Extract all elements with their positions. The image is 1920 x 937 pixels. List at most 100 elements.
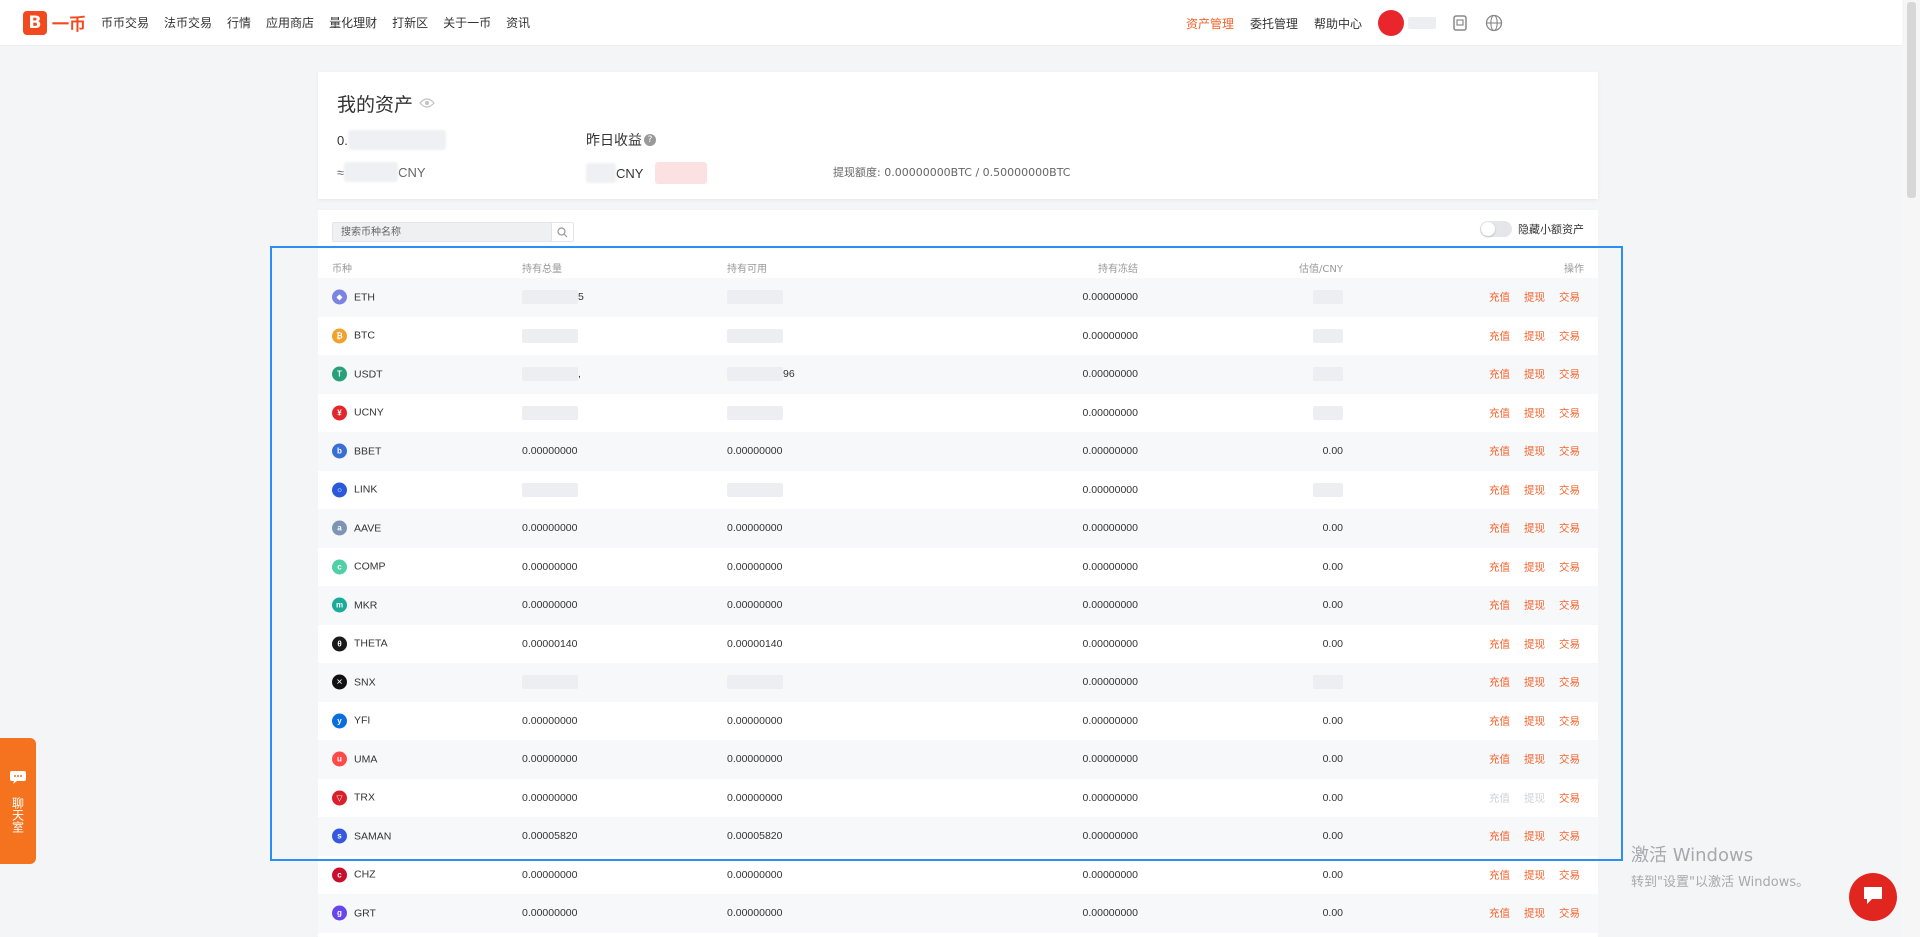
nav-help-center[interactable]: 帮助中心 xyxy=(1314,15,1362,32)
total-cny-value: ≈ CNY xyxy=(337,162,426,182)
deposit-button[interactable]: 充值 xyxy=(1489,482,1510,497)
total-btc-prefix: 0. xyxy=(337,132,348,148)
search-input[interactable] xyxy=(333,223,551,241)
eye-icon[interactable] xyxy=(419,97,435,111)
nav-asset-management[interactable]: 资产管理 xyxy=(1186,15,1234,32)
trade-button[interactable]: 交易 xyxy=(1559,367,1580,382)
trade-button[interactable]: 交易 xyxy=(1559,867,1580,882)
withdraw-button[interactable]: 提现 xyxy=(1524,559,1545,574)
row-actions: 充值 提现 交易 xyxy=(1475,559,1580,574)
asset-summary-card: 我的资产 0. ≈ CNY 昨日收益 ? CNY 提现额度: 0.0000000… xyxy=(318,72,1598,199)
cny-approx-prefix: ≈ xyxy=(337,164,345,180)
nav-about[interactable]: 关于一币 xyxy=(443,14,491,31)
trade-button[interactable]: 交易 xyxy=(1559,559,1580,574)
deposit-button[interactable]: 充值 xyxy=(1489,559,1510,574)
trade-button[interactable]: 交易 xyxy=(1559,829,1580,844)
withdraw-button[interactable]: 提现 xyxy=(1524,521,1545,536)
deposit-button[interactable]: 充值 xyxy=(1489,752,1510,767)
withdraw-button[interactable]: 提现 xyxy=(1524,675,1545,690)
search-icon[interactable] xyxy=(551,223,573,241)
trade-button[interactable]: 交易 xyxy=(1559,598,1580,613)
trade-button[interactable]: 交易 xyxy=(1559,713,1580,728)
deposit-button[interactable]: 充值 xyxy=(1489,521,1510,536)
nav-ieo[interactable]: 打新区 xyxy=(392,14,428,31)
trade-button[interactable]: 交易 xyxy=(1559,790,1580,805)
masked-value xyxy=(1313,290,1343,305)
username-masked[interactable] xyxy=(1408,17,1436,29)
bbet-coin-icon: b xyxy=(332,443,347,459)
trade-button[interactable]: 交易 xyxy=(1559,675,1580,690)
cny-valuation: 0.00 xyxy=(1322,907,1343,920)
col-coin: 币种 xyxy=(332,264,352,275)
coin-cell: u UMA xyxy=(332,751,377,767)
withdraw-button[interactable]: 提现 xyxy=(1524,829,1545,844)
withdraw-button[interactable]: 提现 xyxy=(1524,328,1545,343)
deposit-button[interactable]: 充值 xyxy=(1489,598,1510,613)
withdraw-button[interactable]: 提现 xyxy=(1524,482,1545,497)
withdraw-button[interactable]: 提现 xyxy=(1524,405,1545,420)
frozen-amount: 0.00000000 xyxy=(1082,676,1138,689)
deposit-button[interactable]: 充值 xyxy=(1489,906,1510,921)
trade-button[interactable]: 交易 xyxy=(1559,636,1580,651)
logo[interactable]: B 一币 xyxy=(23,10,86,35)
withdraw-button[interactable]: 提现 xyxy=(1524,752,1545,767)
chat-room-tab[interactable]: 聊天室 xyxy=(0,738,36,864)
withdraw-button[interactable]: 提现 xyxy=(1524,444,1545,459)
globe-icon[interactable] xyxy=(1484,13,1504,33)
deposit-button[interactable]: 充值 xyxy=(1489,328,1510,343)
withdraw-button[interactable]: 提现 xyxy=(1524,713,1545,728)
coin-cell: y YFI xyxy=(332,713,370,729)
deposit-button[interactable]: 充值 xyxy=(1489,367,1510,382)
nav-fiat-trading[interactable]: 法币交易 xyxy=(164,14,212,31)
trade-button[interactable]: 交易 xyxy=(1559,405,1580,420)
trade-button[interactable]: 交易 xyxy=(1559,444,1580,459)
nav-market[interactable]: 行情 xyxy=(227,14,251,31)
table-row: ✕ SNX 0.00000000 充值 提现 交易 xyxy=(318,663,1598,702)
deposit-button[interactable]: 充值 xyxy=(1489,444,1510,459)
available-amount: 0.00000000 xyxy=(727,714,783,727)
deposit-button[interactable]: 充值 xyxy=(1489,675,1510,690)
customer-service-button[interactable] xyxy=(1849,873,1897,921)
cny-valuation xyxy=(1313,367,1343,382)
nav-news[interactable]: 资讯 xyxy=(506,14,530,31)
withdraw-button[interactable]: 提现 xyxy=(1524,367,1545,382)
trade-button[interactable]: 交易 xyxy=(1559,328,1580,343)
deposit-button[interactable]: 充值 xyxy=(1489,829,1510,844)
coin-symbol: THETA xyxy=(354,637,388,650)
avatar[interactable] xyxy=(1378,10,1404,36)
available-amount xyxy=(727,675,783,690)
withdraw-button[interactable]: 提现 xyxy=(1524,906,1545,921)
hide-small-assets: 隐藏小额资产 xyxy=(1480,221,1584,237)
help-icon[interactable]: ? xyxy=(644,134,656,146)
nav-app-store[interactable]: 应用商店 xyxy=(266,14,314,31)
withdraw-button[interactable]: 提现 xyxy=(1524,790,1545,805)
nav-quant-finance[interactable]: 量化理财 xyxy=(329,14,377,31)
available-amount: 0.00000140 xyxy=(727,637,783,650)
deposit-button[interactable]: 充值 xyxy=(1489,405,1510,420)
main-nav: 币币交易 法币交易 行情 应用商店 量化理财 打新区 关于一币 资讯 xyxy=(101,14,545,31)
hide-small-toggle[interactable] xyxy=(1480,221,1512,237)
cny-valuation: 0.00 xyxy=(1322,599,1343,612)
withdraw-button[interactable]: 提现 xyxy=(1524,636,1545,651)
total-amount: 5 xyxy=(522,290,584,305)
page-scrollbar[interactable] xyxy=(1902,0,1920,937)
withdraw-button[interactable]: 提现 xyxy=(1524,290,1545,305)
trade-button[interactable]: 交易 xyxy=(1559,290,1580,305)
withdraw-button[interactable]: 提现 xyxy=(1524,867,1545,882)
nav-spot-trading[interactable]: 币币交易 xyxy=(101,14,149,31)
deposit-button[interactable]: 充值 xyxy=(1489,636,1510,651)
deposit-button[interactable]: 充值 xyxy=(1489,290,1510,305)
trade-button[interactable]: 交易 xyxy=(1559,906,1580,921)
download-app-icon[interactable] xyxy=(1450,13,1470,33)
trade-button[interactable]: 交易 xyxy=(1559,521,1580,536)
nav-order-management[interactable]: 委托管理 xyxy=(1250,15,1298,32)
total-amount: 0.00000000 xyxy=(522,907,578,920)
deposit-button[interactable]: 充值 xyxy=(1489,713,1510,728)
deposit-button[interactable]: 充值 xyxy=(1489,790,1510,805)
theta-coin-icon: θ xyxy=(332,636,347,652)
trade-button[interactable]: 交易 xyxy=(1559,482,1580,497)
deposit-button[interactable]: 充值 xyxy=(1489,867,1510,882)
trade-button[interactable]: 交易 xyxy=(1559,752,1580,767)
withdraw-button[interactable]: 提现 xyxy=(1524,598,1545,613)
scrollbar-thumb[interactable] xyxy=(1907,2,1916,198)
